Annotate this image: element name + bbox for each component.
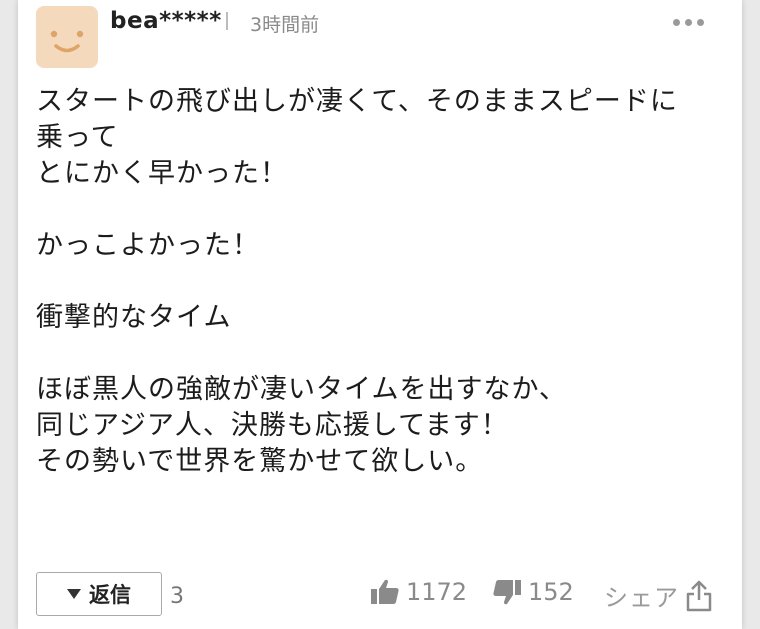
share-icon — [686, 580, 712, 611]
header-divider — [226, 12, 228, 30]
comment-body: スタートの飛び出しが凄くて、そのままスピードに 乗って とにかく早かった！ かっ… — [36, 86, 678, 477]
reply-button[interactable]: 返信 — [36, 572, 162, 616]
share-label: シェア — [604, 584, 679, 612]
share-button[interactable]: シェア — [604, 578, 713, 613]
comment-card: bea***** 3時間前 スタートの飛び出しが凄くて、そのままスピードに 乗っ… — [18, 0, 742, 629]
more-options-button[interactable] — [666, 2, 710, 42]
timestamp: 3時間前 — [250, 14, 320, 36]
smiley-face-icon — [50, 30, 84, 53]
avatar[interactable] — [36, 6, 98, 68]
like-button[interactable]: 1172 — [370, 578, 467, 606]
reply-label: 返信 — [89, 583, 131, 607]
caret-down-icon — [67, 589, 81, 599]
like-count: 1172 — [406, 578, 468, 606]
thumbs-up-icon — [371, 579, 399, 604]
dislike-button[interactable]: 152 — [492, 578, 574, 606]
dislike-count: 152 — [528, 578, 574, 606]
username[interactable]: bea***** — [110, 8, 222, 34]
more-dot — [696, 18, 704, 26]
more-dot — [684, 18, 692, 26]
reply-count: 3 — [170, 584, 184, 609]
more-dot — [672, 18, 680, 26]
thumbs-down-icon — [493, 580, 521, 605]
